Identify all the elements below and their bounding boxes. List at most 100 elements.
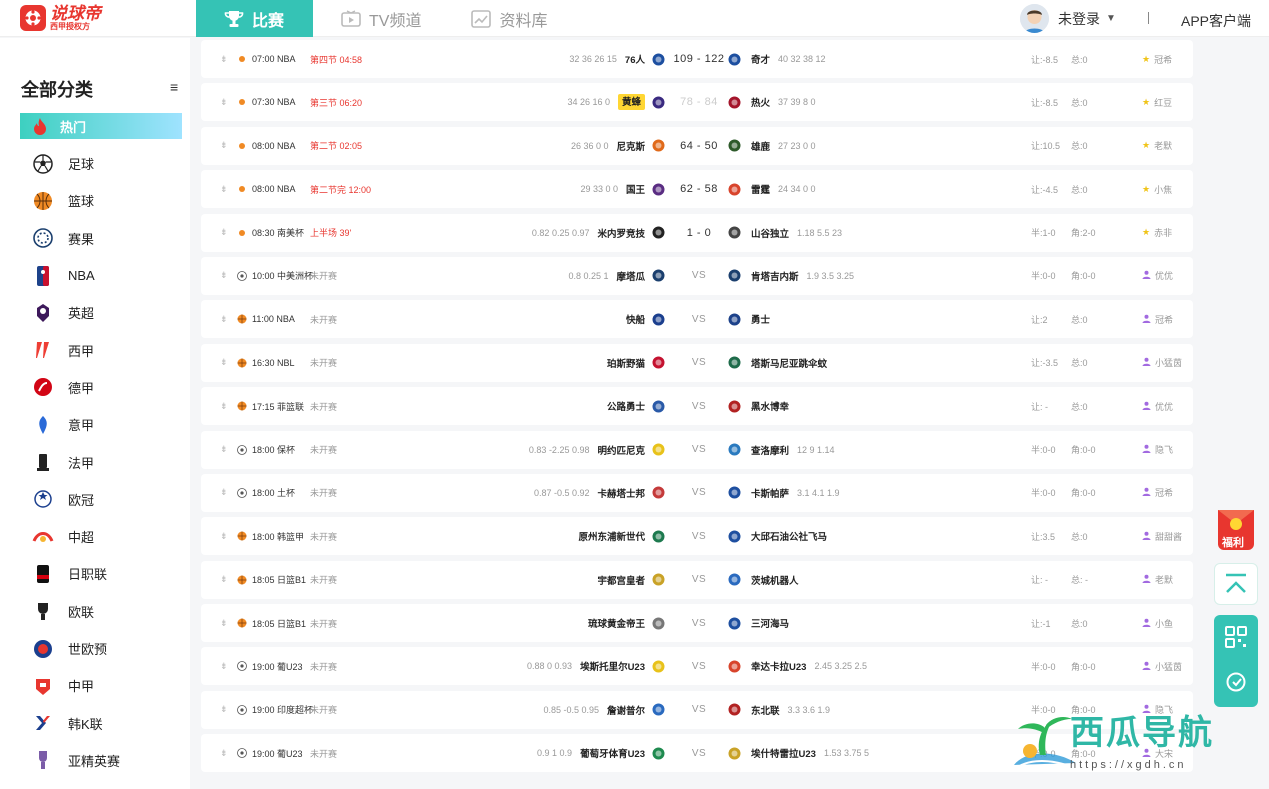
- pin-icon[interactable]: ⇟: [220, 83, 228, 121]
- match-row[interactable]: ⇟ 18:00 土杯 未开赛 0.87 -0.5 0.92 卡赫塔士邦 VS 卡斯帕萨 3.1…: [201, 473, 1193, 512]
- match-row[interactable]: ⇟ 19:00 葡U23 未开赛 0.88 0 0.93 埃斯托里尔U23 VS 幸达卡拉U…: [201, 647, 1193, 686]
- home-team-name[interactable]: 公路勇士: [607, 399, 645, 413]
- pin-icon[interactable]: ⇟: [220, 170, 228, 208]
- home-team-name[interactable]: 76人: [625, 52, 645, 66]
- gift-button[interactable]: 福利: [1212, 500, 1260, 552]
- anchor-link[interactable]: 小猛茵: [1142, 647, 1182, 685]
- match-row[interactable]: ⇟ 17:15 菲篮联 未开赛 公路勇士 VS 黑水博幸 让: - 总:0 优优: [201, 387, 1193, 426]
- home-team-name[interactable]: 琉球黄金帝王: [588, 616, 645, 630]
- away-team-name[interactable]: 勇士: [751, 312, 770, 326]
- match-row[interactable]: ⇟ 07:00 NBA 第四节 04:58 32 36 26 15 76人 109 - 1…: [201, 40, 1193, 78]
- sidebar-item[interactable]: 足球: [20, 145, 182, 182]
- away-team-name[interactable]: 卡斯帕萨: [751, 486, 789, 500]
- match-row[interactable]: ⇟ 18:00 保杯 未开赛 0.83 -2.25 0.98 明约匹尼克 VS 查洛摩利 12…: [201, 430, 1193, 469]
- nav-tab-tv[interactable]: TV频道: [313, 0, 443, 37]
- home-team-name[interactable]: 珀斯野猫: [607, 356, 645, 370]
- match-row[interactable]: ⇟ 10:00 中美洲杯 未开赛 0.8 0.25 1 摩塔瓜 VS 肯塔吉内斯 1.9 3.…: [201, 256, 1193, 295]
- menu-icon[interactable]: ≡: [170, 79, 178, 95]
- sidebar-item[interactable]: 英超: [20, 294, 182, 331]
- home-team-name[interactable]: 明约匹尼克: [597, 443, 645, 457]
- away-team-name[interactable]: 三河海马: [751, 616, 789, 630]
- anchor-link[interactable]: ★ 老默: [1142, 127, 1172, 165]
- sidebar-item[interactable]: 亚精英赛: [20, 742, 182, 779]
- sidebar-item[interactable]: 法甲: [20, 443, 182, 480]
- away-team-name[interactable]: 埃什特雷拉U23: [751, 746, 816, 760]
- pin-icon[interactable]: ⇟: [220, 561, 228, 599]
- away-team-name[interactable]: 茨城机器人: [751, 573, 799, 587]
- pin-icon[interactable]: ⇟: [220, 474, 228, 512]
- sidebar-item[interactable]: 日职联: [20, 555, 182, 592]
- sidebar-item[interactable]: 中甲: [20, 667, 182, 704]
- anchor-link[interactable]: 隐飞: [1142, 431, 1173, 469]
- sidebar-item[interactable]: 意甲: [20, 406, 182, 443]
- match-row[interactable]: ⇟ 18:05 日篮B1 未开赛 宇都宫皇者 VS 茨城机器人 让: - 总: - 老默: [201, 560, 1193, 599]
- sidebar-item[interactable]: 俄超: [20, 779, 182, 789]
- away-team-name[interactable]: 大邱石油公社飞马: [751, 529, 827, 543]
- sidebar-item[interactable]: 欧冠: [20, 481, 182, 518]
- away-team-name[interactable]: 雄鹿: [751, 139, 770, 153]
- match-row[interactable]: ⇟ 11:00 NBA 未开赛 快船 VS 勇士 让:2 总:0 冠希: [201, 300, 1193, 339]
- sidebar-item[interactable]: 中超: [20, 518, 182, 555]
- sidebar-item[interactable]: NBA: [20, 257, 182, 294]
- match-row[interactable]: ⇟ 07:30 NBA 第三节 06:20 34 26 16 0 黄蜂 78 - 84 热火…: [201, 83, 1193, 122]
- anchor-link[interactable]: 优优: [1142, 257, 1173, 295]
- match-row[interactable]: ⇟ 18:00 韩篮甲 未开赛 原州东浦新世代 VS 大邱石油公社飞马 让:3.5 总:0 甜甜…: [201, 517, 1193, 556]
- away-team-name[interactable]: 黑水博幸: [751, 399, 789, 413]
- pin-icon[interactable]: ⇟: [220, 214, 228, 252]
- sidebar-item[interactable]: 德甲: [20, 369, 182, 406]
- home-team-name[interactable]: 埃斯托里尔U23: [580, 659, 645, 673]
- pin-icon[interactable]: ⇟: [220, 127, 228, 165]
- qr-code-icon[interactable]: [1225, 626, 1247, 653]
- refresh-icon[interactable]: [1225, 671, 1247, 698]
- match-row[interactable]: ⇟ 08:00 NBA 第二节 02:05 26 36 0 0 尼克斯 64 - 50 雄鹿…: [201, 126, 1193, 165]
- anchor-link[interactable]: ★ 冠希: [1142, 40, 1172, 78]
- away-team-name[interactable]: 肯塔吉内斯: [751, 269, 799, 283]
- pin-icon[interactable]: ⇟: [220, 257, 228, 295]
- pin-icon[interactable]: ⇟: [220, 300, 228, 338]
- sidebar-item[interactable]: 欧联: [20, 593, 182, 630]
- away-team-name[interactable]: 幸达卡拉U23: [751, 659, 806, 673]
- home-team-name[interactable]: 米内罗竞技: [597, 226, 645, 240]
- anchor-link[interactable]: 老默: [1142, 561, 1173, 599]
- anchor-link[interactable]: ★ 小焦: [1142, 170, 1172, 208]
- sidebar-item[interactable]: 热门: [20, 113, 182, 139]
- pin-icon[interactable]: ⇟: [220, 691, 228, 729]
- home-team-name[interactable]: 葡萄牙体育U23: [580, 746, 645, 760]
- home-team-name[interactable]: 黄蜂: [617, 94, 645, 111]
- home-team-name[interactable]: 摩塔瓜: [616, 269, 645, 283]
- pin-icon[interactable]: ⇟: [220, 517, 228, 555]
- sidebar-item[interactable]: 韩K联: [20, 704, 182, 741]
- away-team-name[interactable]: 奇才: [751, 52, 770, 66]
- anchor-link[interactable]: ★ 赤非: [1142, 214, 1172, 252]
- anchor-link[interactable]: 小鱼: [1142, 604, 1173, 642]
- sidebar-item[interactable]: 篮球: [20, 182, 182, 219]
- anchor-link[interactable]: 冠希: [1142, 300, 1173, 338]
- nav-tab-matches[interactable]: 比赛: [196, 0, 313, 37]
- home-team-name[interactable]: 原州东浦新世代: [578, 529, 645, 543]
- away-team-name[interactable]: 山谷独立: [751, 226, 789, 240]
- anchor-link[interactable]: 优优: [1142, 387, 1173, 425]
- back-to-top-button[interactable]: [1214, 563, 1258, 605]
- home-team-name[interactable]: 卡赫塔士邦: [597, 486, 645, 500]
- away-team-name[interactable]: 热火: [751, 95, 770, 109]
- sidebar-item[interactable]: 赛果: [20, 220, 182, 257]
- home-team-name[interactable]: 宇都宫皇者: [597, 573, 645, 587]
- pin-icon[interactable]: ⇟: [220, 604, 228, 642]
- away-team-name[interactable]: 查洛摩利: [751, 443, 789, 457]
- match-row[interactable]: ⇟ 18:05 日篮B1 未开赛 琉球黄金帝王 VS 三河海马 让:-1 总:0 小鱼: [201, 604, 1193, 643]
- pin-icon[interactable]: ⇟: [220, 40, 228, 78]
- away-team-name[interactable]: 东北联: [751, 703, 780, 717]
- pin-icon[interactable]: ⇟: [220, 734, 228, 772]
- anchor-link[interactable]: ★ 红豆: [1142, 83, 1172, 121]
- nav-tab-database[interactable]: 资料库: [443, 0, 569, 37]
- anchor-link[interactable]: 冠希: [1142, 474, 1173, 512]
- pin-icon[interactable]: ⇟: [220, 387, 228, 425]
- match-row[interactable]: ⇟ 16:30 NBL 未开赛 珀斯野猫 VS 塔斯马尼亚跳伞蚊 让:-3.5 总:0 小猛茵: [201, 343, 1193, 382]
- home-team-name[interactable]: 詹谢普尔: [607, 703, 645, 717]
- pin-icon[interactable]: ⇟: [220, 647, 228, 685]
- away-team-name[interactable]: 塔斯马尼亚跳伞蚊: [751, 356, 827, 370]
- match-row[interactable]: ⇟ 08:00 NBA 第二节完 12:00 29 33 0 0 国王 62 - 58 雷霆…: [201, 170, 1193, 209]
- anchor-link[interactable]: 小猛茵: [1142, 344, 1182, 382]
- away-team-name[interactable]: 雷霆: [751, 182, 770, 196]
- pin-icon[interactable]: ⇟: [220, 344, 228, 382]
